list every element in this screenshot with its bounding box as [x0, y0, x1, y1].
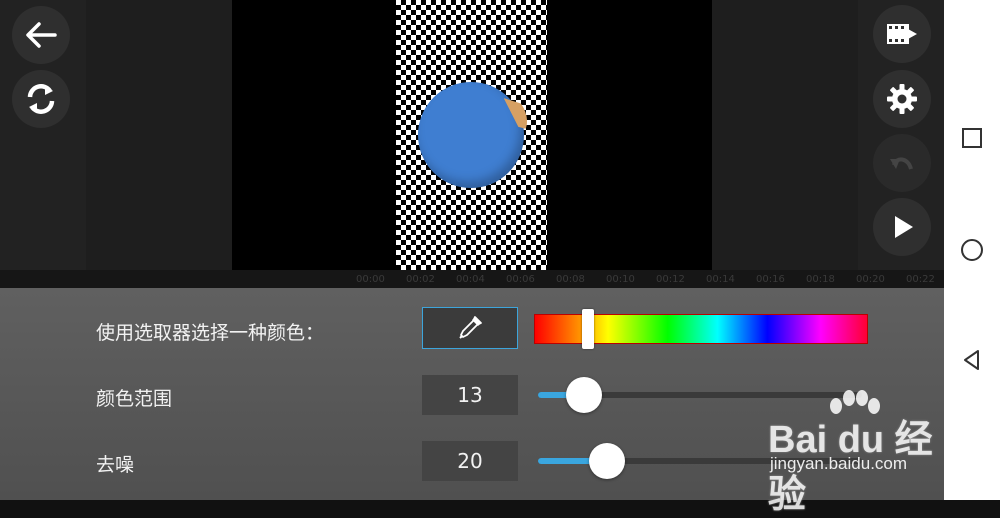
circle-icon	[961, 239, 983, 261]
timeline-tick: 00:12	[656, 274, 685, 285]
home-button[interactable]	[944, 222, 1000, 278]
timeline-tick: 00:22	[906, 274, 935, 285]
recents-button[interactable]	[944, 110, 1000, 166]
denoise-label: 去噪	[96, 454, 135, 476]
timeline-tick: 00:16	[756, 274, 785, 285]
play-icon	[895, 216, 913, 238]
hue-selector-thumb[interactable]	[582, 309, 595, 349]
hue-color-bar[interactable]	[534, 309, 868, 349]
color-range-value[interactable]: 13	[422, 375, 518, 415]
timeline-tick: 00:08	[556, 274, 585, 285]
gear-icon	[887, 84, 917, 114]
film-export-icon	[887, 24, 917, 44]
settings-button[interactable]	[873, 70, 931, 128]
timeline-tick: 00:18	[806, 274, 835, 285]
square-icon	[962, 128, 982, 148]
watermark-url: jingyan.baidu.com	[770, 454, 908, 473]
eyedropper-button[interactable]	[422, 307, 518, 349]
timeline-ruler[interactable]: 00:00 00:02 00:04 00:06 00:08 00:10 00:1…	[0, 270, 944, 288]
timeline-tick: 00:00	[356, 274, 385, 285]
color-range-label: 颜色范围	[96, 388, 173, 410]
export-button[interactable]	[873, 5, 931, 63]
editor-area: 00:00 00:02 00:04 00:06 00:08 00:10 00:1…	[0, 0, 944, 288]
sync-button[interactable]	[12, 70, 70, 128]
denoise-thumb[interactable]	[589, 443, 625, 479]
timeline-tick: 00:06	[506, 274, 535, 285]
undo-button[interactable]	[873, 134, 931, 192]
refresh-icon	[27, 84, 55, 114]
timeline-tick: 00:10	[606, 274, 635, 285]
keyed-subject	[418, 82, 524, 188]
timeline-tick: 00:20	[856, 274, 885, 285]
timeline-tick: 00:02	[406, 274, 435, 285]
picker-label: 使用选取器选择一种颜色：	[96, 322, 325, 344]
back-button[interactable]	[12, 6, 70, 64]
timeline-tick: 00:14	[706, 274, 735, 285]
play-button[interactable]	[873, 198, 931, 256]
arrow-left-icon	[26, 22, 57, 48]
color-range-thumb[interactable]	[566, 377, 602, 413]
nav-back-button[interactable]	[944, 332, 1000, 388]
system-navigation-bar	[944, 0, 1000, 500]
denoise-value[interactable]: 20	[422, 441, 518, 481]
undo-icon	[890, 157, 913, 170]
baidu-jingyan-watermark: Bai du 经验 jingyan.baidu.com	[768, 390, 944, 516]
triangle-back-icon	[964, 350, 979, 370]
eyedropper-icon	[459, 316, 482, 339]
timeline-tick: 00:04	[456, 274, 485, 285]
